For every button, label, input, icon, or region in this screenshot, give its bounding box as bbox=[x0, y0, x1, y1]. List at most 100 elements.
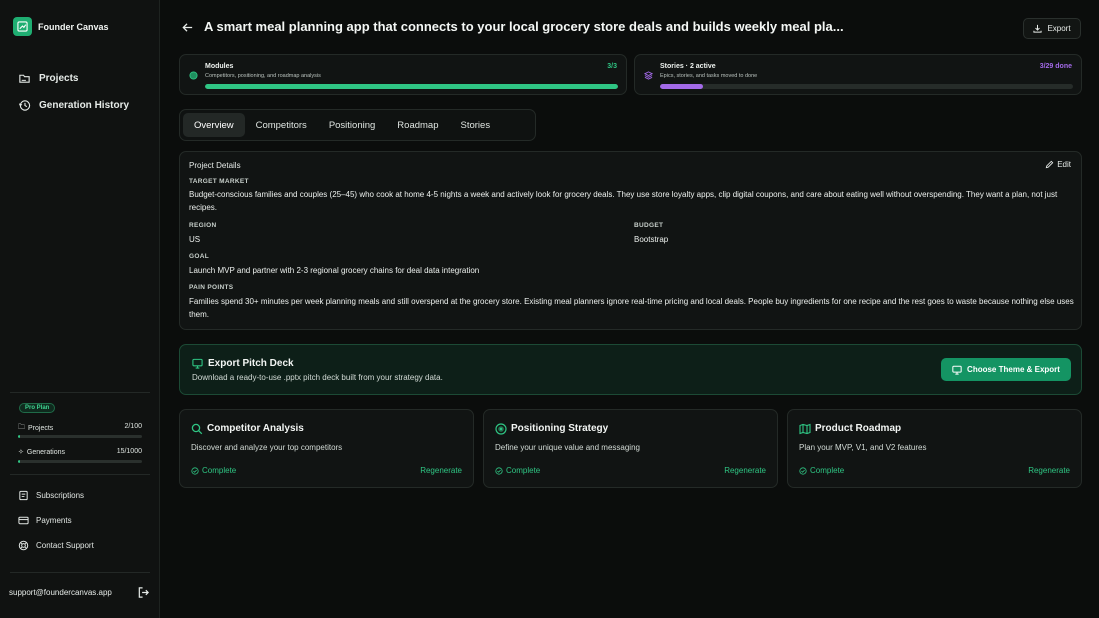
sidebar-link-payments[interactable]: Payments bbox=[18, 515, 72, 526]
tab-stories[interactable]: Stories bbox=[450, 113, 502, 137]
download-icon bbox=[1033, 24, 1043, 33]
modules-count: 3/3 bbox=[607, 63, 617, 70]
nav-generation-history-label: Generation History bbox=[39, 100, 130, 111]
pain-points-value: Families spend 30+ minutes per week plan… bbox=[189, 297, 1074, 319]
sidebar-link-contact-support[interactable]: Contact Support bbox=[18, 540, 94, 551]
brand[interactable]: Founder Canvas bbox=[13, 17, 109, 36]
check-circle-icon bbox=[495, 466, 503, 475]
nav-generation-history[interactable]: Generation History bbox=[18, 99, 129, 112]
map-icon bbox=[799, 423, 811, 435]
usage-projects: 🗀 Projects 2/100 bbox=[18, 423, 142, 434]
project-details-header: Project Details bbox=[189, 161, 241, 170]
usage-generations: ✧ Generations 15/1000 bbox=[18, 448, 142, 456]
sidebar-divider bbox=[10, 572, 150, 573]
brand-logo-icon bbox=[13, 17, 32, 36]
modules-progress-card: Modules Competitors, positioning, and ro… bbox=[179, 54, 627, 95]
choose-theme-export-label: Choose Theme & Export bbox=[967, 365, 1060, 374]
usage-projects-label: Projects bbox=[28, 425, 54, 432]
stories-progress-fill bbox=[660, 84, 703, 89]
regenerate-button[interactable]: Regenerate bbox=[420, 466, 462, 475]
stories-progress-card: Stories · 2 active Epics, stories, and t… bbox=[634, 54, 1082, 95]
subscriptions-icon bbox=[19, 490, 28, 501]
sidebar-divider bbox=[10, 474, 150, 475]
module-card-product-roadmap[interactable]: Product Roadmap Plan your MVP, V1, and V… bbox=[787, 409, 1082, 488]
sidebar-link-payments-label: Payments bbox=[36, 516, 72, 525]
tab-overview[interactable]: Overview bbox=[183, 113, 245, 137]
target-market-value: Budget-conscious families and couples (2… bbox=[189, 190, 1058, 212]
presentation-icon bbox=[192, 358, 203, 369]
goal-value: Launch MVP and partner with 2-3 regional… bbox=[189, 266, 480, 275]
sidebar-link-subscriptions-label: Subscriptions bbox=[36, 491, 85, 500]
regenerate-button[interactable]: Regenerate bbox=[724, 466, 766, 475]
budget-label: BUDGET bbox=[634, 222, 664, 229]
goal-label: GOAL bbox=[189, 253, 209, 260]
module-description: Define your unique value and messaging bbox=[495, 443, 640, 452]
history-icon bbox=[18, 100, 31, 111]
logout-icon[interactable] bbox=[137, 586, 150, 599]
nav-projects[interactable]: Projects bbox=[18, 72, 78, 85]
module-status: Complete bbox=[495, 466, 540, 475]
target-market-label: TARGET MARKET bbox=[189, 178, 249, 185]
modules-subtitle: Competitors, positioning, and roadmap an… bbox=[205, 73, 321, 79]
module-description: Plan your MVP, V1, and V2 features bbox=[799, 443, 927, 452]
stories-title: Stories · 2 active bbox=[660, 63, 716, 70]
pain-points-label: PAIN POINTS bbox=[189, 284, 234, 291]
stories-subtitle: Epics, stories, and tasks moved to done bbox=[660, 73, 758, 79]
sidebar-link-subscriptions[interactable]: Subscriptions bbox=[18, 490, 84, 501]
module-title: Positioning Strategy bbox=[511, 423, 609, 434]
usage-projects-value: 2/100 bbox=[124, 423, 142, 430]
export-pitch-deck-subtitle: Download a ready-to-use .pptx pitch deck… bbox=[192, 373, 443, 382]
layers-icon bbox=[644, 71, 653, 80]
tab-competitors[interactable]: Competitors bbox=[245, 113, 318, 137]
back-arrow-icon[interactable] bbox=[181, 21, 194, 34]
regenerate-button[interactable]: Regenerate bbox=[1028, 466, 1070, 475]
presentation-icon bbox=[952, 365, 962, 375]
support-icon bbox=[18, 540, 29, 551]
edit-button[interactable]: Edit bbox=[1045, 160, 1071, 169]
sidebar-link-contact-support-label: Contact Support bbox=[36, 541, 94, 550]
edit-button-label: Edit bbox=[1057, 160, 1071, 169]
usage-generations-fill bbox=[18, 460, 21, 463]
module-title: Competitor Analysis bbox=[207, 423, 304, 434]
module-status-label: Complete bbox=[202, 466, 237, 475]
project-details-card: Project Details Edit TARGET MARKET Budge… bbox=[179, 151, 1082, 330]
choose-theme-export-button[interactable]: Choose Theme & Export bbox=[941, 358, 1071, 381]
support-email[interactable]: support@foundercanvas.app bbox=[9, 588, 112, 597]
brand-name: Founder Canvas bbox=[38, 21, 109, 32]
usage-generations-bar bbox=[18, 460, 142, 463]
tab-positioning[interactable]: Positioning bbox=[318, 113, 386, 137]
module-status: Complete bbox=[191, 466, 236, 475]
export-button-label: Export bbox=[1047, 24, 1071, 33]
tab-roadmap[interactable]: Roadmap bbox=[386, 113, 449, 137]
projects-icon bbox=[19, 74, 30, 83]
modules-title: Modules bbox=[205, 63, 234, 70]
pencil-icon bbox=[1045, 160, 1054, 169]
module-description: Discover and analyze your top competitor… bbox=[191, 443, 343, 452]
stories-progress-bar bbox=[660, 84, 1073, 89]
usage-projects-fill bbox=[18, 435, 21, 438]
region-label: REGION bbox=[189, 222, 217, 229]
region-value: US bbox=[189, 235, 201, 244]
plan-badge: Pro Plan bbox=[19, 403, 56, 413]
export-button[interactable]: Export bbox=[1023, 18, 1081, 39]
usage-projects-bar bbox=[18, 435, 142, 438]
tab-bar: Overview Competitors Positioning Roadmap… bbox=[179, 109, 536, 141]
page-title: A smart meal planning app that connects … bbox=[204, 19, 844, 34]
module-status: Complete bbox=[799, 466, 844, 475]
sidebar: Founder Canvas Projects Generation Histo… bbox=[0, 0, 160, 618]
modules-progress-fill bbox=[205, 84, 618, 89]
module-card-positioning-strategy[interactable]: Positioning Strategy Define your unique … bbox=[483, 409, 778, 488]
nav-projects-label: Projects bbox=[39, 73, 79, 84]
check-circle-icon bbox=[799, 466, 807, 475]
check-circle-icon bbox=[191, 466, 199, 475]
modules-progress-bar bbox=[205, 84, 618, 89]
module-status-label: Complete bbox=[506, 466, 541, 475]
modules-status-icon bbox=[189, 71, 198, 80]
usage-generations-value: 15/1000 bbox=[116, 448, 142, 455]
main-content: A smart meal planning app that connects … bbox=[161, 0, 1099, 618]
export-pitch-deck-card: Export Pitch Deck Download a ready-to-us… bbox=[179, 344, 1082, 395]
search-icon bbox=[191, 423, 203, 435]
folder-icon: 🗀 bbox=[18, 424, 25, 431]
budget-value: Bootstrap bbox=[634, 235, 669, 244]
module-card-competitor-analysis[interactable]: Competitor Analysis Discover and analyze… bbox=[179, 409, 474, 488]
